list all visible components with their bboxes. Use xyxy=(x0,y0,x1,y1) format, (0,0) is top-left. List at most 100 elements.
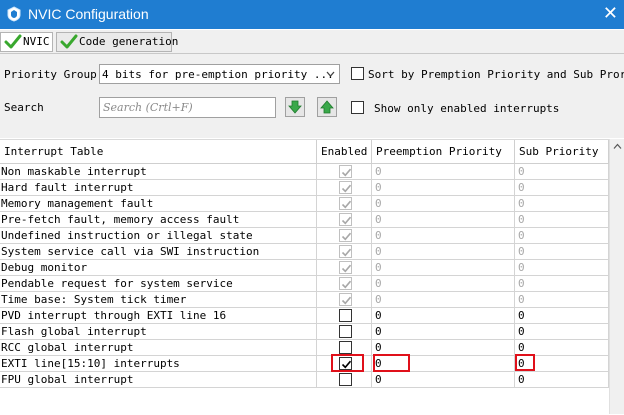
sub-priority-value: 0 xyxy=(518,293,525,306)
sub-priority-cell: 0 xyxy=(515,180,609,196)
preemption-priority-value: 0 xyxy=(375,261,382,274)
sub-priority-cell: 0 xyxy=(515,276,609,292)
enabled-cell xyxy=(317,372,372,388)
preemption-priority-value: 0 xyxy=(375,213,382,226)
check-icon xyxy=(341,184,352,193)
sort-checkbox[interactable] xyxy=(351,67,364,80)
enabled-checkbox xyxy=(339,245,352,258)
sub-priority-value: 0 xyxy=(518,181,525,194)
preemption-priority-value: 0 xyxy=(375,277,382,290)
sort-label: Sort by Premption Priority and Sub Prori… xyxy=(368,68,624,81)
enabled-cell xyxy=(317,324,372,340)
priority-group-value: 4 bits for pre-emption priority ... xyxy=(102,68,334,81)
enabled-checkbox xyxy=(339,229,352,242)
chevron-up-icon xyxy=(613,143,622,149)
column-header-enabled[interactable]: Enabled xyxy=(317,140,372,164)
enabled-checkbox xyxy=(339,165,352,178)
interrupt-name: Memory management fault xyxy=(0,196,317,212)
table-row[interactable]: Debug monitor 0 0 xyxy=(0,260,609,276)
arrow-down-icon xyxy=(288,100,302,114)
check-icon xyxy=(341,216,352,225)
sub-priority-cell: 0 xyxy=(515,244,609,260)
interrupt-name: RCC global interrupt xyxy=(0,340,317,356)
column-header-preemption[interactable]: Preemption Priority xyxy=(372,140,515,164)
sub-priority-cell[interactable]: 0 xyxy=(515,308,609,324)
enabled-cell xyxy=(317,292,372,308)
table-row[interactable]: Memory management fault 0 0 xyxy=(0,196,609,212)
preemption-priority-cell[interactable]: 0 xyxy=(372,308,515,324)
enabled-checkbox[interactable] xyxy=(339,309,352,322)
sub-priority-value: 0 xyxy=(518,245,525,258)
tab-label: NVIC xyxy=(23,35,50,48)
table-row[interactable]: Time base: System tick timer 0 0 xyxy=(0,292,609,308)
preemption-priority-cell[interactable]: 0 xyxy=(372,324,515,340)
column-header-sub-priority[interactable]: Sub Priority xyxy=(515,140,609,164)
enabled-checkbox[interactable] xyxy=(339,341,352,354)
check-icon xyxy=(341,248,352,257)
interrupt-name: EXTI line[15:10] interrupts xyxy=(0,356,317,372)
table-row[interactable]: Pendable request for system service 0 0 xyxy=(0,276,609,292)
sub-priority-value: 0 xyxy=(518,341,525,354)
close-icon[interactable]: ✕ xyxy=(603,3,618,23)
preemption-priority-cell: 0 xyxy=(372,260,515,276)
preemption-priority-value: 0 xyxy=(375,293,382,306)
tab-nvic[interactable]: NVIC xyxy=(0,32,53,52)
enabled-checkbox[interactable] xyxy=(339,325,352,338)
interrupt-name: System service call via SWI instruction xyxy=(0,244,317,260)
table-row[interactable]: Non maskable interrupt 0 0 xyxy=(0,164,609,180)
enabled-cell xyxy=(317,212,372,228)
sub-priority-value: 0 xyxy=(518,277,525,290)
table-row[interactable]: Hard fault interrupt 0 0 xyxy=(0,180,609,196)
preemption-priority-cell: 0 xyxy=(372,212,515,228)
sub-priority-value: 0 xyxy=(518,309,525,322)
enabled-cell xyxy=(317,180,372,196)
check-icon xyxy=(341,200,352,209)
enabled-checkbox xyxy=(339,181,352,194)
sub-priority-cell[interactable]: 0 xyxy=(515,324,609,340)
preemption-priority-value: 0 xyxy=(375,229,382,242)
vertical-scrollbar[interactable] xyxy=(609,139,624,414)
interrupt-table: Interrupt Table Enabled Preemption Prior… xyxy=(0,139,609,415)
check-icon xyxy=(4,34,22,49)
column-header-interrupt[interactable]: Interrupt Table xyxy=(0,140,317,164)
priority-group-select[interactable]: 4 bits for pre-emption priority ... xyxy=(99,64,340,84)
table-row[interactable]: Flash global interrupt 0 0 xyxy=(0,324,609,340)
sub-priority-value: 0 xyxy=(518,229,525,242)
show-enabled-checkbox[interactable] xyxy=(351,101,364,114)
sub-priority-cell: 0 xyxy=(515,196,609,212)
interrupt-name: Pendable request for system service xyxy=(0,276,317,292)
check-icon xyxy=(341,232,352,241)
sub-priority-value: 0 xyxy=(518,213,525,226)
sub-priority-value: 0 xyxy=(518,373,525,386)
sub-priority-cell[interactable]: 0 xyxy=(515,372,609,388)
table-row[interactable]: System service call via SWI instruction 0… xyxy=(0,244,609,260)
tab-bar: NVIC Code generation xyxy=(0,30,624,54)
preemption-priority-value: 0 xyxy=(375,245,382,258)
table-row[interactable]: FPU global interrupt 0 0 xyxy=(0,372,609,388)
interrupt-name: Pre-fetch fault, memory access fault xyxy=(0,212,317,228)
interrupt-name: Undefined instruction or illegal state xyxy=(0,228,317,244)
enabled-checkbox xyxy=(339,293,352,306)
search-input[interactable] xyxy=(100,98,276,117)
interrupt-name: FPU global interrupt xyxy=(0,372,317,388)
preemption-priority-cell[interactable]: 0 xyxy=(372,372,515,388)
table-row[interactable]: Pre-fetch fault, memory access fault 0 0 xyxy=(0,212,609,228)
tab-code-generation[interactable]: Code generation xyxy=(56,32,178,52)
enabled-checkbox[interactable] xyxy=(339,373,352,386)
table-row[interactable]: Undefined instruction or illegal state 0 0 xyxy=(0,228,609,244)
preemption-priority-cell: 0 xyxy=(372,292,515,308)
search-next-button[interactable] xyxy=(285,97,305,117)
preemption-priority-value: 0 xyxy=(375,197,382,210)
check-icon xyxy=(341,296,352,305)
enabled-cell xyxy=(317,244,372,260)
preemption-priority-cell: 0 xyxy=(372,196,515,212)
chevron-down-icon xyxy=(326,71,335,77)
sub-priority-value: 0 xyxy=(518,261,525,274)
preemption-priority-value: 0 xyxy=(375,165,382,178)
preemption-priority-value: 0 xyxy=(375,325,382,338)
preemption-priority-cell: 0 xyxy=(372,180,515,196)
enabled-cell xyxy=(317,228,372,244)
search-previous-button[interactable] xyxy=(317,97,337,117)
check-icon xyxy=(341,168,352,177)
table-row[interactable]: PVD interrupt through EXTI line 16 0 0 xyxy=(0,308,609,324)
